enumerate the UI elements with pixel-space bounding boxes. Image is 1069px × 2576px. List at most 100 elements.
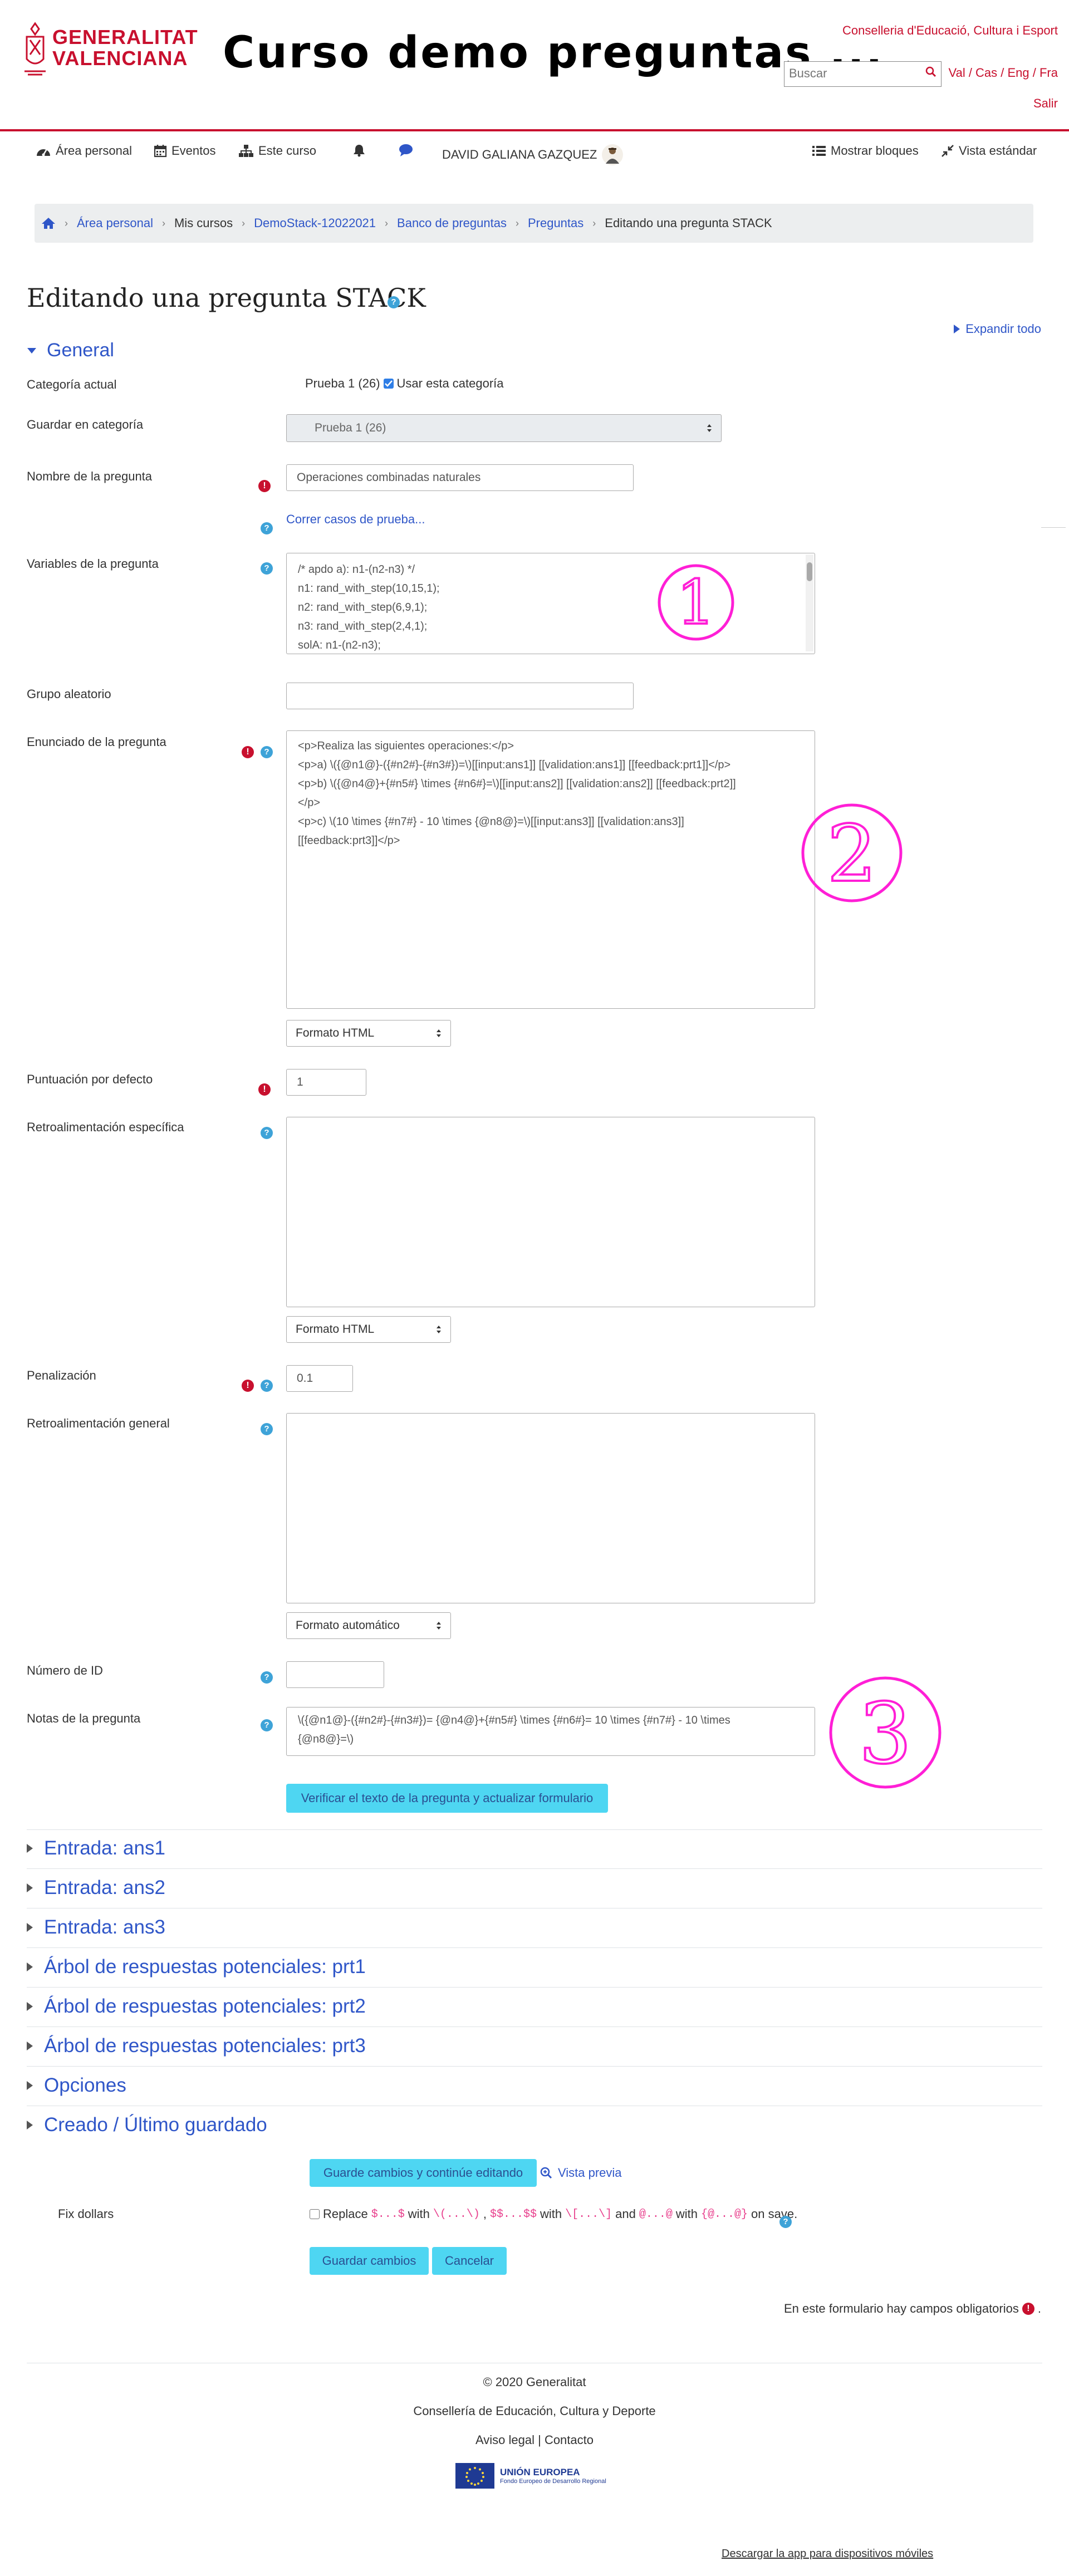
- section-input-ans1[interactable]: Entrada: ans1: [27, 1837, 165, 1859]
- random-group-label: Grupo aleatorio: [27, 687, 111, 701]
- expand-all-link[interactable]: Expandir todo: [954, 322, 1041, 336]
- breadcrumb: › Área personal › Mis cursos › DemoStack…: [35, 204, 1033, 243]
- section-prt1[interactable]: Árbol de respuestas potenciales: prt1: [27, 1956, 366, 1978]
- section-options[interactable]: Opciones: [27, 2074, 126, 2097]
- expand-all-label: Expandir todo: [965, 322, 1041, 336]
- nav-this-course[interactable]: Este curso: [238, 144, 316, 158]
- user-menu[interactable]: DAVID GALIANA GAZQUEZ: [442, 144, 624, 166]
- logout-link[interactable]: Salir: [1033, 96, 1058, 111]
- section-title: Árbol de respuestas potenciales: prt1: [44, 1956, 366, 1978]
- section-title: Opciones: [44, 2074, 126, 2096]
- use-category-checkbox[interactable]: [383, 379, 394, 389]
- format-value: Formato automático: [296, 1619, 400, 1632]
- messages-button[interactable]: [399, 144, 413, 157]
- nav-personal-area[interactable]: Área personal: [36, 144, 132, 158]
- calendar-icon: [154, 145, 167, 158]
- general-feedback-label: Retroalimentación general: [27, 1416, 170, 1430]
- penalty-input[interactable]: 0.1: [286, 1365, 353, 1392]
- search-icon[interactable]: [925, 66, 936, 77]
- default-mark-input[interactable]: 1: [286, 1069, 366, 1096]
- save-button[interactable]: Guardar cambios: [310, 2247, 429, 2275]
- help-icon[interactable]: ?: [261, 522, 273, 534]
- id-number-input[interactable]: [286, 1661, 384, 1688]
- show-blocks-button[interactable]: Mostrar bloques: [812, 144, 919, 158]
- help-icon[interactable]: ?: [261, 562, 273, 575]
- section-input-ans3[interactable]: Entrada: ans3: [27, 1916, 165, 1939]
- text-line: <p>c) \(10 \times {#n7#} - 10 \times {@n…: [298, 816, 684, 828]
- section-title: Entrada: ans3: [44, 1916, 165, 1938]
- verify-update-button[interactable]: Verificar el texto de la pregunta y actu…: [286, 1784, 608, 1813]
- nav-events[interactable]: Eventos: [154, 144, 216, 158]
- preview-label: Vista previa: [558, 2166, 622, 2180]
- specific-feedback-format-select[interactable]: Formato HTML: [286, 1316, 451, 1343]
- fix-text: with: [675, 2207, 698, 2221]
- legal-link[interactable]: Aviso legal: [475, 2433, 534, 2447]
- fix-text: and: [615, 2207, 636, 2221]
- question-note-textarea[interactable]: \({@n1@}-({#n2#}-{#n3#})= {@n4@}+{#n5#} …: [286, 1707, 815, 1756]
- language-selector[interactable]: Val / Cas / Eng / Fra: [949, 66, 1058, 80]
- question-text-editor[interactable]: <p>Realiza las siguientes operaciones:</…: [286, 730, 815, 1009]
- standard-view-button[interactable]: Vista estándar: [941, 144, 1037, 158]
- breadcrumb-separator: ›: [161, 217, 165, 229]
- use-category-label: Usar esta categoría: [396, 376, 504, 390]
- conselleria-link[interactable]: Conselleria d'Educació, Cultura i Esport: [842, 23, 1058, 38]
- fix-dollars-checkbox[interactable]: [310, 2209, 320, 2219]
- run-tests-link[interactable]: Correr casos de prueba...: [286, 512, 425, 527]
- scrollbar[interactable]: [806, 555, 813, 651]
- fix-code: {@...@}: [701, 2207, 748, 2221]
- general-feedback-format-select[interactable]: Formato automático: [286, 1612, 451, 1639]
- breadcrumb-questions[interactable]: Preguntas: [528, 216, 583, 230]
- save-in-category-label: Guardar en categoría: [27, 418, 144, 431]
- scrollbar-thumb[interactable]: [807, 562, 812, 581]
- breadcrumb-course[interactable]: DemoStack-12022021: [254, 216, 376, 230]
- section-created-saved[interactable]: Creado / Último guardado: [27, 2114, 267, 2136]
- general-feedback-editor[interactable]: [286, 1413, 815, 1603]
- current-category-value: Prueba 1 (26): [305, 376, 380, 390]
- contact-link[interactable]: Contacto: [545, 2433, 594, 2447]
- fix-code: $...$: [371, 2207, 405, 2221]
- help-icon[interactable]: ?: [261, 1719, 273, 1731]
- page-title-text: Editando una pregunta STACK: [27, 283, 426, 313]
- section-prt2[interactable]: Árbol de respuestas potenciales: prt2: [27, 1995, 366, 2018]
- breadcrumb-question-bank[interactable]: Banco de preguntas: [397, 216, 507, 230]
- question-name-input[interactable]: Operaciones combinadas naturales: [286, 464, 634, 491]
- mobile-app-link[interactable]: Descargar la app para dispositivos móvil…: [722, 2548, 933, 2560]
- standard-view-label: Vista estándar: [959, 144, 1037, 158]
- search-input[interactable]: [784, 62, 927, 85]
- help-icon[interactable]: ?: [261, 1380, 273, 1392]
- required-icon: !: [1022, 2303, 1034, 2315]
- penalty-value: 0.1: [297, 1372, 313, 1385]
- caret-right-icon: [27, 1962, 33, 1971]
- cancel-button[interactable]: Cancelar: [432, 2247, 507, 2275]
- logo-line2: VALENCIANA: [52, 47, 188, 70]
- section-general-toggle[interactable]: General: [27, 340, 114, 361]
- generalitat-logo[interactable]: GENERALITAT VALENCIANA: [21, 21, 198, 82]
- save-continue-button[interactable]: Guarde cambios y continúe editando: [310, 2159, 537, 2187]
- help-icon[interactable]: ?: [261, 1127, 273, 1139]
- specific-feedback-label: Retroalimentación específica: [27, 1120, 184, 1134]
- text-line: [[feedback:prt3]]</p>: [298, 835, 400, 847]
- question-text-format-select[interactable]: Formato HTML: [286, 1020, 451, 1047]
- help-icon[interactable]: ?: [261, 746, 273, 758]
- caret-right-icon: [27, 1883, 33, 1892]
- save-in-category-select[interactable]: Prueba 1 (26): [286, 414, 722, 442]
- help-icon[interactable]: ?: [261, 1671, 273, 1684]
- annotation-number-2: 2: [827, 809, 876, 900]
- breadcrumb-personal-area[interactable]: Área personal: [77, 216, 153, 230]
- preview-link[interactable]: Vista previa: [540, 2166, 622, 2180]
- section-input-ans2[interactable]: Entrada: ans2: [27, 1877, 165, 1899]
- specific-feedback-editor[interactable]: [286, 1117, 815, 1307]
- annotation-circle-3: 3: [829, 1676, 941, 1789]
- breadcrumb-separator: ›: [242, 217, 246, 229]
- help-icon[interactable]: ?: [388, 296, 400, 308]
- required-icon: !: [258, 480, 271, 492]
- penalty-label: Penalización: [27, 1368, 96, 1382]
- bell-icon: [354, 145, 365, 157]
- help-icon[interactable]: ?: [261, 1423, 273, 1435]
- random-group-input[interactable]: [286, 683, 634, 709]
- select-arrows-icon: [437, 1326, 441, 1333]
- home-icon[interactable]: [41, 217, 56, 229]
- section-prt3[interactable]: Árbol de respuestas potenciales: prt3: [27, 2035, 366, 2057]
- notifications-button[interactable]: [353, 144, 365, 157]
- help-icon[interactable]: ?: [779, 2216, 792, 2228]
